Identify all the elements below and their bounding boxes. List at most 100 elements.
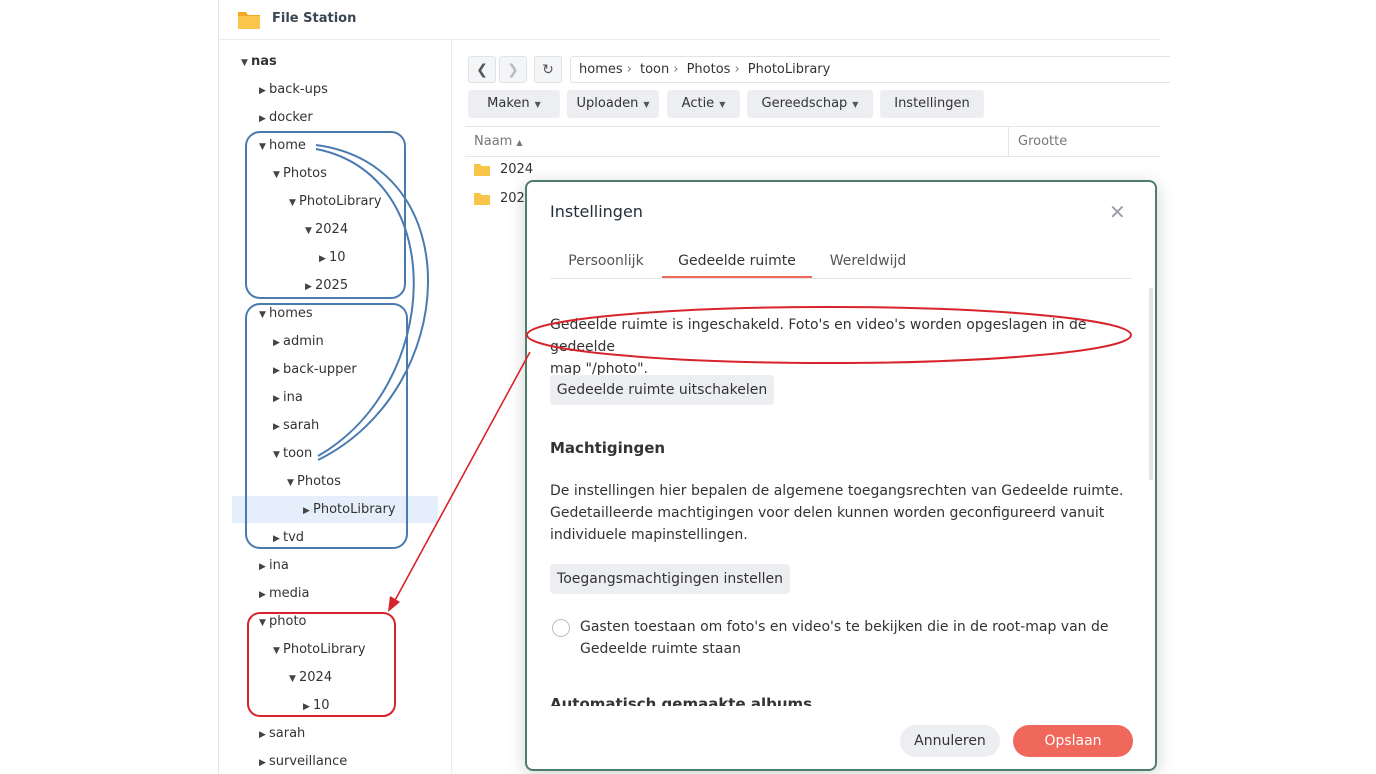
status-line: Gedeelde ruimte is ingeschakeld. Foto's … bbox=[550, 317, 1087, 355]
tab-global[interactable]: Wereldwijd bbox=[818, 252, 918, 278]
tree-label: PhotoLibrary bbox=[299, 194, 382, 209]
collapsed-arrow-icon[interactable]: ▶ bbox=[273, 388, 283, 410]
collapsed-arrow-icon[interactable]: ▶ bbox=[259, 556, 269, 578]
tree-node[interactable]: ▶ 2025 bbox=[305, 275, 348, 297]
tree-node-selected[interactable]: ▶ PhotoLibrary bbox=[232, 496, 438, 523]
tree-node[interactable]: ▶ 10 bbox=[319, 247, 346, 269]
tree-node[interactable]: ▶ admin bbox=[273, 331, 324, 353]
tools-button[interactable]: Gereedschap ▼ bbox=[747, 90, 873, 118]
collapsed-arrow-icon[interactable]: ▶ bbox=[303, 696, 313, 718]
collapsed-arrow-icon[interactable]: ▶ bbox=[259, 724, 269, 746]
tree-node[interactable]: ▶ back-upper bbox=[273, 359, 357, 381]
tree-node[interactable]: ▼ Photos bbox=[273, 163, 327, 185]
tree-node[interactable]: ▶ media bbox=[259, 583, 310, 605]
forward-button[interactable]: ❯ bbox=[499, 56, 527, 83]
collapsed-arrow-icon[interactable]: ▶ bbox=[305, 276, 315, 298]
expanded-arrow-icon[interactable]: ▼ bbox=[273, 444, 283, 466]
collapsed-arrow-icon[interactable]: ▶ bbox=[259, 752, 269, 774]
tree-label: sarah bbox=[269, 726, 306, 741]
tree-label: Photos bbox=[297, 474, 341, 489]
tab-shared-space[interactable]: Gedeelde ruimte bbox=[662, 252, 812, 278]
tree-node[interactable]: ▼ 2024 bbox=[305, 219, 348, 241]
path-separator-icon: › bbox=[673, 62, 679, 77]
settings-button[interactable]: Instellingen bbox=[880, 90, 984, 118]
close-icon[interactable]: ✕ bbox=[1109, 200, 1126, 224]
tree-node[interactable]: ▶ sarah bbox=[259, 723, 305, 745]
tree-node[interactable]: ▶ back-ups bbox=[259, 79, 328, 101]
collapsed-arrow-icon[interactable]: ▶ bbox=[273, 332, 283, 354]
tree-label: sarah bbox=[283, 418, 320, 433]
collapsed-arrow-icon[interactable]: ▶ bbox=[259, 584, 269, 606]
back-button[interactable]: ❮ bbox=[468, 56, 496, 83]
settings-label: Instellingen bbox=[894, 96, 970, 111]
tree-node[interactable]: ▼ homes bbox=[259, 303, 313, 325]
app-title: File Station bbox=[272, 11, 357, 26]
tree-node[interactable]: ▼ photo bbox=[259, 611, 307, 633]
tree-label: toon bbox=[283, 446, 313, 461]
guest-label-line: Gasten toestaan om foto's en video's te … bbox=[580, 619, 1109, 635]
collapsed-arrow-icon[interactable]: ▶ bbox=[273, 360, 283, 382]
expanded-arrow-icon[interactable]: ▼ bbox=[259, 612, 269, 634]
collapsed-arrow-icon[interactable]: ▶ bbox=[259, 108, 269, 130]
folder-icon bbox=[474, 193, 490, 205]
disable-shared-space-button[interactable]: Gedeelde ruimte uitschakelen bbox=[550, 375, 774, 405]
tree-label: homes bbox=[269, 306, 313, 321]
collapsed-arrow-icon[interactable]: ▶ bbox=[273, 416, 283, 438]
tree-node[interactable]: ▼ home bbox=[259, 135, 306, 157]
tree-node[interactable]: ▼ PhotoLibrary bbox=[289, 191, 382, 213]
expanded-arrow-icon[interactable]: ▼ bbox=[259, 304, 269, 326]
collapsed-arrow-icon[interactable]: ▶ bbox=[319, 248, 329, 270]
folder-tree[interactable]: ▼ nas ▶ back-ups ▶ docker ▼ home ▼ Photos ▼ Ph… bbox=[219, 40, 452, 774]
action-button[interactable]: Actie ▼ bbox=[667, 90, 740, 118]
cancel-button[interactable]: Annuleren bbox=[900, 725, 1000, 757]
expanded-arrow-icon[interactable]: ▼ bbox=[289, 192, 299, 214]
guest-label-line: Gedeelde ruimte staan bbox=[580, 641, 741, 657]
caret-down-icon: ▼ bbox=[852, 100, 859, 109]
tree-label: ina bbox=[283, 390, 303, 405]
path-segment[interactable]: toon bbox=[640, 62, 669, 77]
expanded-arrow-icon[interactable]: ▼ bbox=[259, 136, 269, 158]
tree-label: 2024 bbox=[315, 222, 349, 237]
tree-node[interactable]: ▶ 10 bbox=[303, 695, 330, 717]
column-name-header[interactable]: Naam ▲ bbox=[474, 134, 522, 149]
dialog-title: Instellingen bbox=[550, 202, 643, 221]
path-bar[interactable]: homes › toon › Photos › PhotoLibrary bbox=[570, 56, 1170, 83]
expanded-arrow-icon[interactable]: ▼ bbox=[305, 220, 315, 242]
tree-node[interactable]: ▶ tvd bbox=[273, 527, 304, 549]
expanded-arrow-icon[interactable]: ▼ bbox=[273, 640, 283, 662]
guest-access-radio[interactable] bbox=[552, 619, 570, 637]
tree-node[interactable]: ▶ surveillance bbox=[259, 751, 347, 773]
tree-node[interactable]: ▶ sarah bbox=[273, 415, 319, 437]
collapsed-arrow-icon[interactable]: ▶ bbox=[303, 498, 313, 525]
expanded-arrow-icon[interactable]: ▼ bbox=[241, 52, 251, 74]
refresh-button[interactable]: ↻ bbox=[534, 56, 562, 83]
path-segment[interactable]: Photos bbox=[687, 62, 731, 77]
tree-node[interactable]: ▶ ina bbox=[273, 387, 303, 409]
collapsed-arrow-icon[interactable]: ▶ bbox=[259, 80, 269, 102]
upload-button[interactable]: Uploaden ▼ bbox=[567, 90, 659, 118]
tree-node[interactable]: ▼ Photos bbox=[287, 471, 341, 493]
column-size-header[interactable]: Grootte bbox=[1008, 127, 1168, 156]
guest-access-label[interactable]: Gasten toestaan om foto's en video's te … bbox=[580, 616, 1130, 660]
tab-personal[interactable]: Persoonlijk bbox=[550, 252, 662, 278]
path-segment[interactable]: homes bbox=[579, 62, 623, 77]
caret-down-icon: ▼ bbox=[643, 100, 650, 109]
path-segment[interactable]: PhotoLibrary bbox=[748, 62, 831, 77]
tree-node[interactable]: ▶ docker bbox=[259, 107, 313, 129]
save-button[interactable]: Opslaan bbox=[1013, 725, 1133, 757]
tree-node[interactable]: ▼ toon bbox=[273, 443, 312, 465]
expanded-arrow-icon[interactable]: ▼ bbox=[289, 668, 299, 690]
tree-label: ina bbox=[269, 558, 289, 573]
create-button[interactable]: Maken ▼ bbox=[468, 90, 560, 118]
tree-node[interactable]: ▶ ina bbox=[259, 555, 289, 577]
tree-node[interactable]: ▼ PhotoLibrary bbox=[273, 639, 366, 661]
expanded-arrow-icon[interactable]: ▼ bbox=[287, 472, 297, 494]
set-permissions-button[interactable]: Toegangsmachtigingen instellen bbox=[550, 564, 790, 594]
caret-down-icon: ▼ bbox=[719, 100, 726, 109]
scrollbar[interactable] bbox=[1149, 288, 1153, 480]
tree-node[interactable]: ▼ 2024 bbox=[289, 667, 332, 689]
collapsed-arrow-icon[interactable]: ▶ bbox=[273, 528, 283, 550]
tree-node[interactable]: ▼ nas bbox=[241, 51, 277, 73]
expanded-arrow-icon[interactable]: ▼ bbox=[273, 164, 283, 186]
tree-label: 10 bbox=[329, 250, 346, 265]
